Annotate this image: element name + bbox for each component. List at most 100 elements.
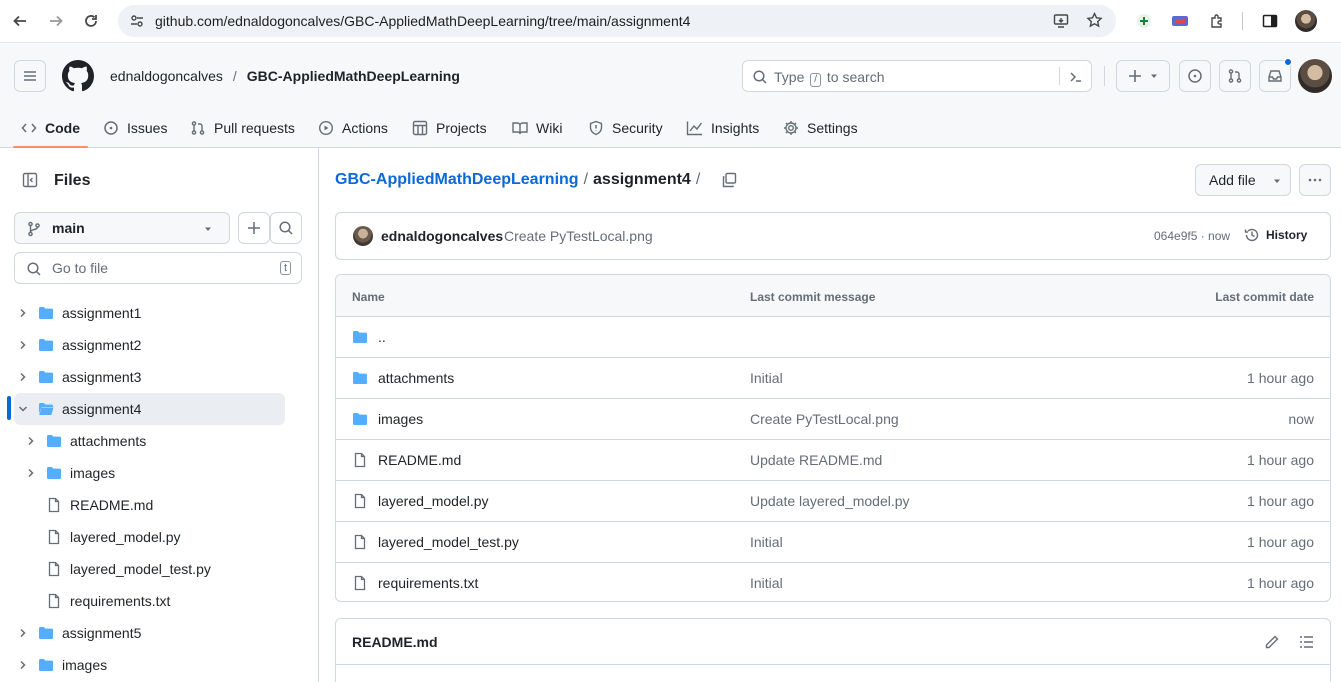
code-icon: [21, 123, 37, 133]
create-new-button[interactable]: [1116, 60, 1170, 92]
row-name-link[interactable]: images: [378, 411, 423, 427]
row-name-link[interactable]: layered_model_test.py: [378, 534, 519, 550]
tab-actions[interactable]: Actions: [318, 108, 388, 148]
row-commit-message[interactable]: Create PyTestLocal.png: [750, 411, 899, 427]
owner-link[interactable]: ednaldogoncalves: [110, 68, 223, 84]
tab-pull-requests[interactable]: Pull requests: [190, 108, 295, 148]
commit-message[interactable]: Create PyTestLocal.png: [504, 228, 653, 244]
tab-projects[interactable]: Projects: [412, 108, 487, 148]
issues-button[interactable]: [1179, 60, 1211, 92]
chevron-right-icon[interactable]: [25, 467, 37, 479]
table-row[interactable]: attachments Initial 1 hour ago: [336, 358, 1330, 399]
tree-folder-images[interactable]: images: [14, 457, 285, 489]
user-avatar[interactable]: [1298, 59, 1332, 93]
chevron-right-icon[interactable]: [17, 659, 29, 671]
folder-icon: [46, 433, 62, 449]
add-file-sidebar-button[interactable]: [238, 212, 270, 244]
table-row[interactable]: ..: [336, 317, 1330, 358]
tree-folder-assignment4[interactable]: assignment4: [14, 393, 285, 425]
copy-path-icon[interactable]: [721, 172, 737, 188]
row-commit-message[interactable]: Initial: [750, 534, 783, 550]
extension-app-icon[interactable]: [1170, 11, 1190, 31]
pull-request-icon: [1228, 69, 1242, 83]
chevron-right-icon[interactable]: [17, 307, 29, 319]
header-divider: [1104, 66, 1105, 86]
breadcrumb-repo-link[interactable]: GBC-AppliedMathDeepLearning: [335, 171, 579, 189]
commit-author-avatar[interactable]: [353, 226, 373, 246]
branch-selector[interactable]: main: [14, 212, 230, 244]
github-logo-icon[interactable]: [62, 60, 94, 92]
caret-down-icon: [205, 227, 211, 231]
back-button[interactable]: [9, 10, 31, 32]
row-commit-date: 1 hour ago: [1247, 370, 1314, 386]
actions-icon: [318, 120, 334, 136]
reload-button[interactable]: [80, 10, 102, 32]
tree-folder-attachments[interactable]: attachments: [14, 425, 285, 457]
table-row[interactable]: layered_model.py Update layered_model.py 1…: [336, 481, 1330, 522]
chevron-right-icon[interactable]: [17, 627, 29, 639]
breadcrumb-separator: /: [695, 171, 701, 188]
tree-file-layered-model-py[interactable]: layered_model.py: [14, 521, 285, 553]
row-name-link[interactable]: requirements.txt: [378, 575, 478, 591]
history-button[interactable]: History: [1244, 227, 1307, 243]
tab-insights[interactable]: Insights: [686, 108, 759, 148]
tree-file-readme-md[interactable]: README.md: [14, 489, 285, 521]
commit-sha-time[interactable]: 064e9f5 · now: [1154, 229, 1230, 243]
extension-plus-icon[interactable]: [1134, 11, 1154, 31]
table-row[interactable]: layered_model_test.py Initial 1 hour ago: [336, 522, 1330, 563]
table-row[interactable]: requirements.txt Initial 1 hour ago: [336, 563, 1330, 601]
tab-wiki[interactable]: Wiki: [512, 108, 562, 148]
address-bar[interactable]: github.com/ednaldogoncalves/GBC-AppliedM…: [118, 5, 1116, 37]
search-input[interactable]: Type / to search: [742, 60, 1092, 92]
go-to-file-input[interactable]: Go to file t: [14, 252, 302, 284]
chevron-right-icon[interactable]: [25, 435, 37, 447]
row-commit-message[interactable]: Update layered_model.py: [750, 493, 910, 509]
edit-pencil-icon[interactable]: [1264, 634, 1280, 650]
tree-folder-assignment2[interactable]: assignment2: [14, 329, 285, 361]
forward-button[interactable]: [45, 10, 67, 32]
row-name-link[interactable]: attachments: [378, 370, 454, 386]
tree-folder-assignment1[interactable]: assignment1: [14, 297, 285, 329]
outline-list-icon[interactable]: [1299, 634, 1315, 650]
chevron-right-icon[interactable]: [17, 371, 29, 383]
tree-folder-assignment3[interactable]: assignment3: [14, 361, 285, 393]
row-name-link[interactable]: layered_model.py: [378, 493, 489, 509]
readme-panel: README.md: [335, 618, 1331, 682]
table-row[interactable]: README.md Update README.md 1 hour ago: [336, 440, 1330, 481]
side-panel-icon[interactable]: [1260, 11, 1280, 31]
gear-icon: [784, 121, 798, 135]
tree-item-label: assignment5: [62, 625, 142, 641]
tree-item-label: attachments: [70, 433, 147, 449]
more-options-button[interactable]: [1299, 164, 1331, 196]
browser-profile-avatar[interactable]: [1295, 10, 1317, 32]
tab-issues[interactable]: Issues: [103, 108, 167, 148]
row-name-link[interactable]: ..: [378, 329, 386, 345]
add-file-button[interactable]: Add file: [1195, 164, 1291, 196]
row-commit-message[interactable]: Initial: [750, 370, 783, 386]
tab-security[interactable]: Security: [588, 108, 663, 148]
menu-button[interactable]: [14, 60, 46, 92]
collapse-sidebar-button[interactable]: [14, 164, 46, 196]
tab-settings[interactable]: Settings: [783, 108, 858, 148]
tree-folder-images[interactable]: images: [14, 649, 285, 681]
tree-file-requirements-txt[interactable]: requirements.txt: [14, 585, 285, 617]
repo-link[interactable]: GBC-AppliedMathDeepLearning: [247, 68, 460, 84]
url-text[interactable]: github.com/ednaldogoncalves/GBC-AppliedM…: [155, 13, 690, 29]
pull-requests-button[interactable]: [1219, 60, 1251, 92]
tab-code[interactable]: Code: [13, 108, 88, 148]
projects-icon: [412, 120, 428, 136]
readme-title[interactable]: README.md: [352, 634, 438, 650]
folder-icon: [46, 465, 62, 481]
tree-folder-assignment5[interactable]: assignment5: [14, 617, 285, 649]
search-files-button[interactable]: [270, 212, 302, 244]
commit-author[interactable]: ednaldogoncalves: [381, 228, 503, 244]
row-commit-message[interactable]: Update README.md: [750, 452, 882, 468]
row-name-link[interactable]: README.md: [378, 452, 461, 468]
chevron-down-icon[interactable]: [17, 403, 29, 415]
row-commit-message[interactable]: Initial: [750, 575, 783, 591]
extensions-puzzle-icon[interactable]: [1207, 11, 1227, 31]
tree-file-layered-model-test-py[interactable]: layered_model_test.py: [14, 553, 285, 585]
table-row[interactable]: images Create PyTestLocal.png now: [336, 399, 1330, 440]
files-title: Files: [54, 172, 91, 189]
chevron-right-icon[interactable]: [17, 339, 29, 351]
